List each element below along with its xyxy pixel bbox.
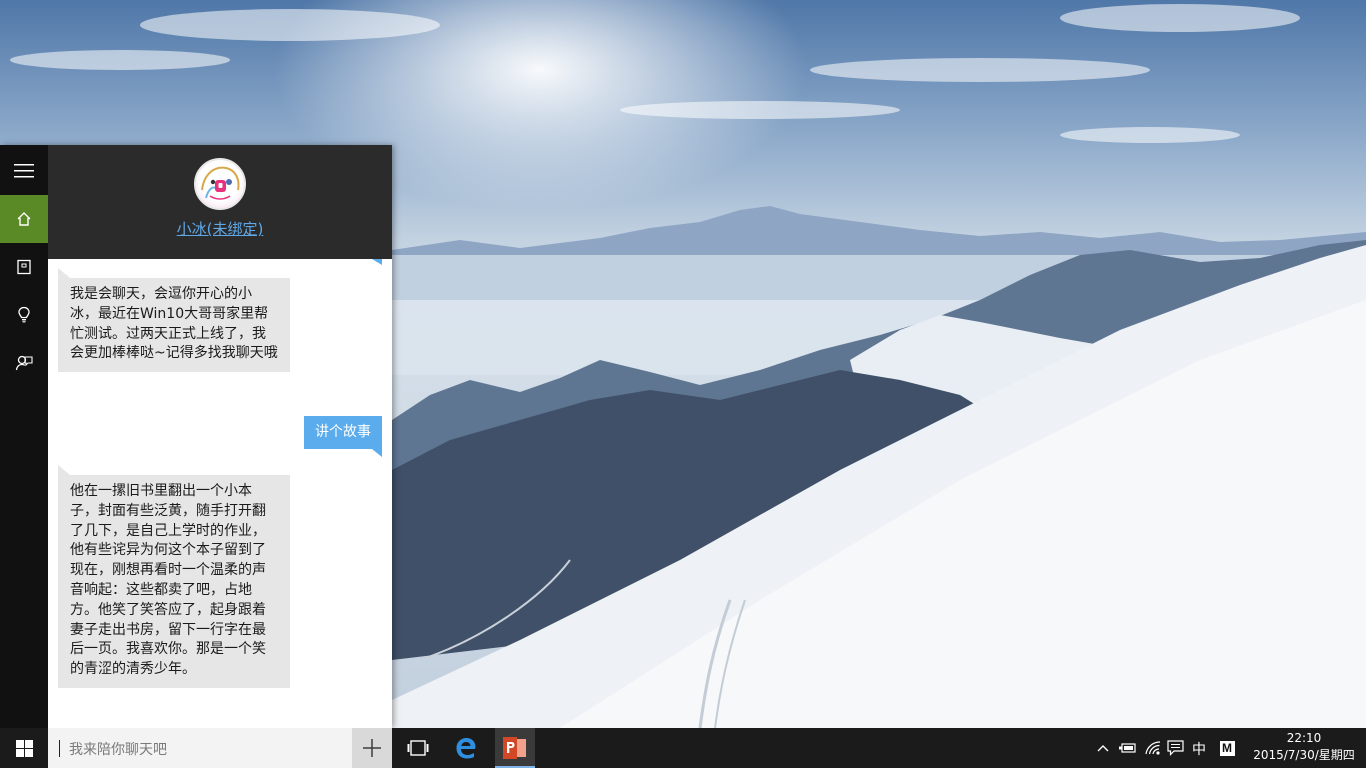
- taskbar-clock[interactable]: 22:10 2015/7/30/星期四: [1246, 730, 1362, 764]
- user-message: 讲个故事: [304, 416, 382, 457]
- ime-mode-label: M: [1219, 740, 1235, 756]
- hamburger-icon[interactable]: [0, 147, 48, 195]
- windows-logo-icon: [15, 739, 33, 757]
- clock-date: 2015/7/30/星期四: [1253, 748, 1355, 762]
- chat-input-placeholder: 我来陪你聊天吧: [69, 742, 167, 758]
- bot-avatar[interactable]: [194, 158, 246, 210]
- show-hidden-icons-chevron-icon[interactable]: [1094, 728, 1112, 768]
- cortana-panel: 小冰(未绑定) 我是会聊天，会逗你开心的小冰，最近在Win10大哥哥家里帮忙测试…: [0, 145, 392, 728]
- home-icon[interactable]: [0, 195, 48, 243]
- clock-time: 22:10: [1286, 731, 1322, 745]
- cortana-nav-rail: [0, 145, 48, 728]
- taskbar: 我来陪你聊天吧 中 M 22:10 2015/7/30/星期四: [0, 728, 1366, 768]
- edge-browser-button[interactable]: [446, 728, 486, 768]
- bot-message: 他在一摞旧书里翻出一个小本子，封面有些泛黄，随手打开翻了几下，是自己上学时的作业…: [58, 465, 290, 688]
- chat-area: 我是会聊天，会逗你开心的小冰，最近在Win10大哥哥家里帮忙测试。过两天正式上线…: [48, 259, 392, 728]
- add-button[interactable]: [352, 728, 392, 768]
- cortana-header: 小冰(未绑定): [48, 145, 392, 259]
- bot-message: 我是会聊天，会逗你开心的小冰，最近在Win10大哥哥家里帮忙测试。过两天正式上线…: [58, 267, 290, 373]
- lightbulb-icon[interactable]: [0, 291, 48, 339]
- previous-message-tail: [372, 259, 382, 265]
- feedback-icon[interactable]: [0, 339, 48, 387]
- text-caret: [59, 740, 60, 757]
- task-view-icon: [407, 740, 429, 756]
- bot-name-link[interactable]: 小冰(未绑定): [48, 218, 392, 239]
- start-button[interactable]: [0, 728, 48, 768]
- chat-input[interactable]: 我来陪你聊天吧: [48, 728, 352, 768]
- task-view-button[interactable]: [398, 728, 438, 768]
- ime-mode-button[interactable]: M: [1217, 728, 1237, 768]
- wifi-icon[interactable]: [1142, 728, 1164, 768]
- plus-icon: [363, 739, 381, 757]
- edge-icon: [456, 738, 476, 759]
- powerpoint-taskbar-button[interactable]: [495, 728, 535, 768]
- ime-language-indicator[interactable]: 中: [1192, 739, 1206, 759]
- notebook-icon[interactable]: [0, 243, 48, 291]
- action-center-icon[interactable]: [1164, 728, 1186, 768]
- battery-icon[interactable]: [1116, 728, 1138, 768]
- powerpoint-icon: [503, 737, 526, 759]
